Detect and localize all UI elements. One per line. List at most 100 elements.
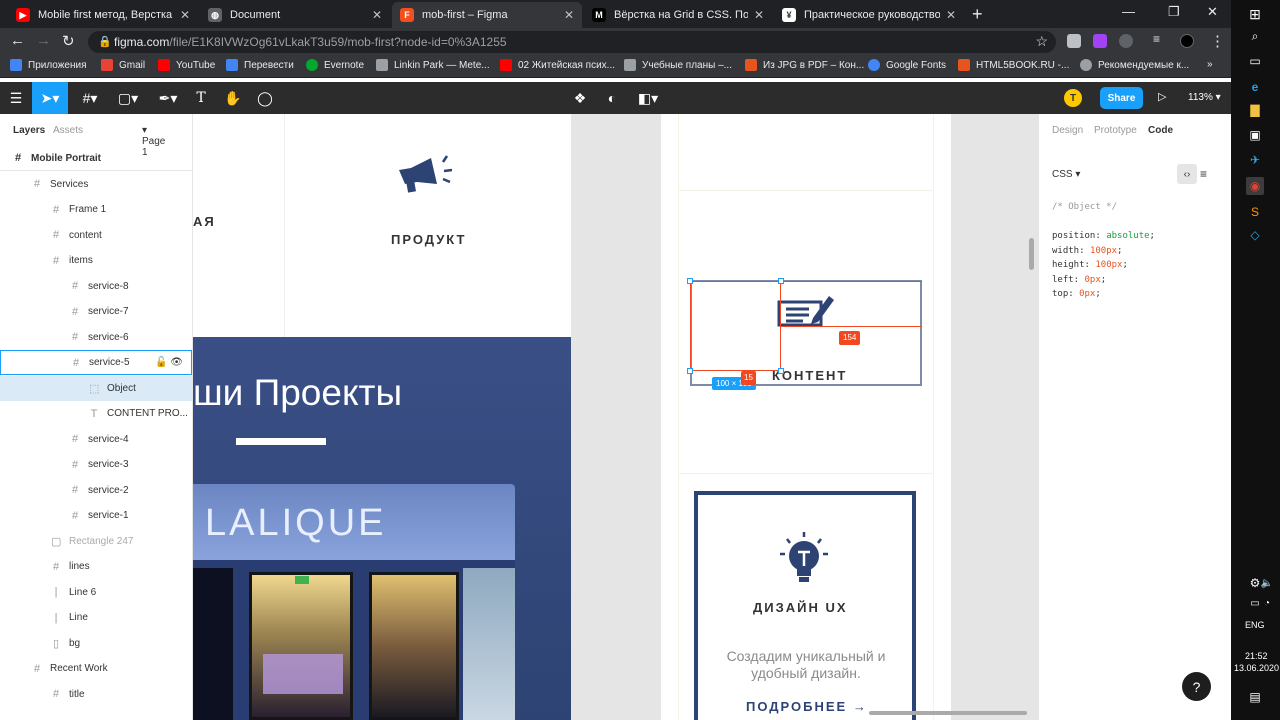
main-menu-icon[interactable]: ☰ (0, 82, 32, 114)
layer-row[interactable]: # service-4 (0, 427, 192, 452)
mask-icon[interactable]: ◐ (600, 82, 624, 114)
resize-handle[interactable] (687, 368, 693, 374)
layer-row[interactable]: # service-7 (0, 299, 192, 324)
project-photo[interactable]: LALIQUE (193, 484, 515, 720)
layer-row[interactable]: # Recent Work (0, 656, 192, 681)
network-icon[interactable]: ◔ (1258, 594, 1276, 612)
lock-visibility-icon[interactable]: 🔓 👁 (155, 357, 183, 368)
layer-row[interactable]: # service-1 (0, 503, 192, 528)
canvas[interactable]: АЯ ПРОДУКТ ши Проекты LALIQUE КОНТЕНТ 10… (193, 114, 1038, 720)
close-tab-icon[interactable]: ✕ (372, 8, 382, 22)
browser-tab-3-active[interactable]: F mob-first – Figma ✕ (392, 2, 582, 28)
new-tab-icon[interactable]: + (972, 4, 983, 25)
url-text[interactable]: figma.com/file/E1K8IVWzOg61vLkakT3u59/mo… (114, 35, 507, 49)
extension-icon[interactable] (1119, 34, 1133, 48)
frame-left[interactable]: АЯ ПРОДУКТ ши Проекты LALIQUE (193, 114, 571, 720)
layer-row[interactable]: # content (0, 223, 192, 248)
frame-right[interactable]: КОНТЕНТ 100 × 100 15 154 ДИЗАЙН UX Созда… (661, 114, 951, 720)
pen-tool-icon[interactable]: ✒▾ (150, 82, 186, 114)
canvas-horizontal-scrollbar[interactable] (869, 711, 1027, 715)
close-tab-icon[interactable]: ✕ (946, 8, 956, 22)
browser-tab-2[interactable]: ◍ Document ✕ (200, 2, 390, 28)
extension-icon[interactable] (1093, 34, 1107, 48)
bookmark-evernote[interactable]: Evernote (306, 59, 364, 71)
layer-row[interactable]: | Line 6 (0, 580, 192, 605)
browser-tab-5[interactable]: ¥ Практическое руководство по... ✕ (774, 2, 964, 28)
bookmark-recommended[interactable]: Рекомендуемые к... (1080, 59, 1189, 71)
text-tool-icon[interactable]: T (188, 82, 214, 114)
layer-row[interactable]: # title (0, 682, 192, 707)
tab-prototype[interactable]: Prototype (1094, 125, 1137, 136)
user-avatar[interactable]: T (1064, 89, 1082, 107)
bookmark-jpg-pdf[interactable]: Из JPG в PDF – Кон... (745, 59, 864, 71)
layer-row[interactable]: T CONTENT PRO... (0, 401, 192, 426)
bookmark-psych[interactable]: 02 Житейская псих... (500, 59, 615, 71)
code-language-select[interactable]: CSS ▾ (1052, 169, 1080, 180)
task-view-icon[interactable]: ▭ (1246, 52, 1264, 70)
canvas-vertical-scrollbar[interactable] (1029, 238, 1034, 270)
hand-tool-icon[interactable]: ✋ (220, 82, 246, 114)
bookmark-html5book[interactable]: HTML5BOOK.RU -... (958, 59, 1069, 71)
resize-handle[interactable] (687, 278, 693, 284)
more-bookmarks-icon[interactable]: » (1207, 59, 1213, 70)
tab-code[interactable]: Code (1148, 125, 1173, 136)
tab-design[interactable]: Design (1052, 125, 1083, 136)
restore-icon[interactable]: ❐ (1168, 4, 1180, 20)
clock-date[interactable]: 13.06.2020 (1234, 663, 1279, 673)
layer-row[interactable]: # service-3 (0, 452, 192, 477)
layer-row[interactable]: ⬚ Object (0, 375, 192, 401)
close-window-icon[interactable]: ✕ (1207, 4, 1218, 20)
layer-row[interactable]: | Line (0, 605, 192, 630)
file-explorer-icon[interactable]: ▇ (1246, 101, 1264, 119)
browser-menu-icon[interactable]: ⋮ (1210, 32, 1225, 50)
boolean-icon[interactable]: ◧▾ (632, 82, 664, 114)
close-tab-icon[interactable]: ✕ (180, 8, 190, 22)
media-icon[interactable]: ≡ (1153, 32, 1167, 46)
move-tool-icon[interactable]: ➤▾ (32, 82, 68, 114)
layer-row[interactable]: # Frame 1 (0, 197, 192, 222)
more-link[interactable]: ПОДРОБНЕЕ → (746, 699, 868, 714)
bookmark-gmail[interactable]: Gmail (101, 59, 145, 71)
frame-tool-icon[interactable]: #▾ (72, 82, 108, 114)
layer-row[interactable]: # service-5 🔓 👁 (0, 350, 192, 375)
edge-icon[interactable]: e (1246, 78, 1264, 96)
bookmark-plans[interactable]: Учебные планы –... (624, 59, 732, 71)
forward-icon[interactable]: → (36, 32, 51, 49)
tab-layers[interactable]: Layers (13, 125, 45, 136)
list-view-icon[interactable]: ≡ (1200, 167, 1207, 181)
code-view-icon[interactable]: ‹› (1177, 164, 1197, 184)
layer-row[interactable]: # items (0, 248, 192, 273)
search-icon[interactable]: ⌕ (1246, 27, 1264, 45)
profile-avatar[interactable] (1180, 34, 1194, 48)
layer-row[interactable]: # service-8 (0, 274, 192, 299)
bookmark-apps[interactable]: Приложения (10, 59, 87, 71)
layer-row[interactable]: # service-6 (0, 325, 192, 350)
layer-row[interactable]: # Services (0, 172, 192, 197)
resize-handle[interactable] (778, 368, 784, 374)
browser-tab-4[interactable]: M Вёрстка на Grid в CSS. Полное руков ✕ (584, 2, 772, 28)
close-tab-icon[interactable]: ✕ (564, 8, 574, 22)
bookmark-youtube[interactable]: YouTube (158, 59, 215, 71)
help-button[interactable]: ? (1182, 672, 1211, 701)
bookmark-star-icon[interactable]: ☆ (1035, 33, 1048, 50)
present-icon[interactable]: ▷ (1158, 90, 1166, 103)
layer-row[interactable]: # Mobile Portrait (0, 146, 192, 171)
layer-row[interactable]: # service-2 (0, 478, 192, 503)
minimize-icon[interactable]: — (1122, 4, 1135, 19)
page-selector[interactable]: Page 1 ▾ (142, 125, 165, 158)
chrome-icon[interactable]: ◉ (1246, 177, 1264, 195)
component-icon[interactable]: ❖ (568, 82, 592, 114)
bookmark-linkin-park[interactable]: Linkin Park — Mete... (376, 59, 490, 71)
clock-time[interactable]: 21:52 (1245, 651, 1268, 661)
extension-icon[interactable] (1067, 34, 1081, 48)
layer-row[interactable]: ▯ bg (0, 631, 192, 656)
back-icon[interactable]: ← (10, 32, 25, 49)
rectangle-tool-icon[interactable]: ▢▾ (110, 82, 146, 114)
share-button[interactable]: Share (1100, 87, 1143, 109)
layer-row[interactable]: ▢ Rectangle 247 (0, 529, 192, 554)
resize-handle[interactable] (778, 278, 784, 284)
object-selection-box[interactable] (690, 281, 781, 371)
telegram-icon[interactable]: ✈ (1246, 151, 1264, 169)
language-indicator[interactable]: ENG (1245, 620, 1265, 630)
address-bar[interactable]: 🔒 figma.com/file/E1K8IVWzOg61vLkakT3u59/… (88, 31, 1056, 53)
